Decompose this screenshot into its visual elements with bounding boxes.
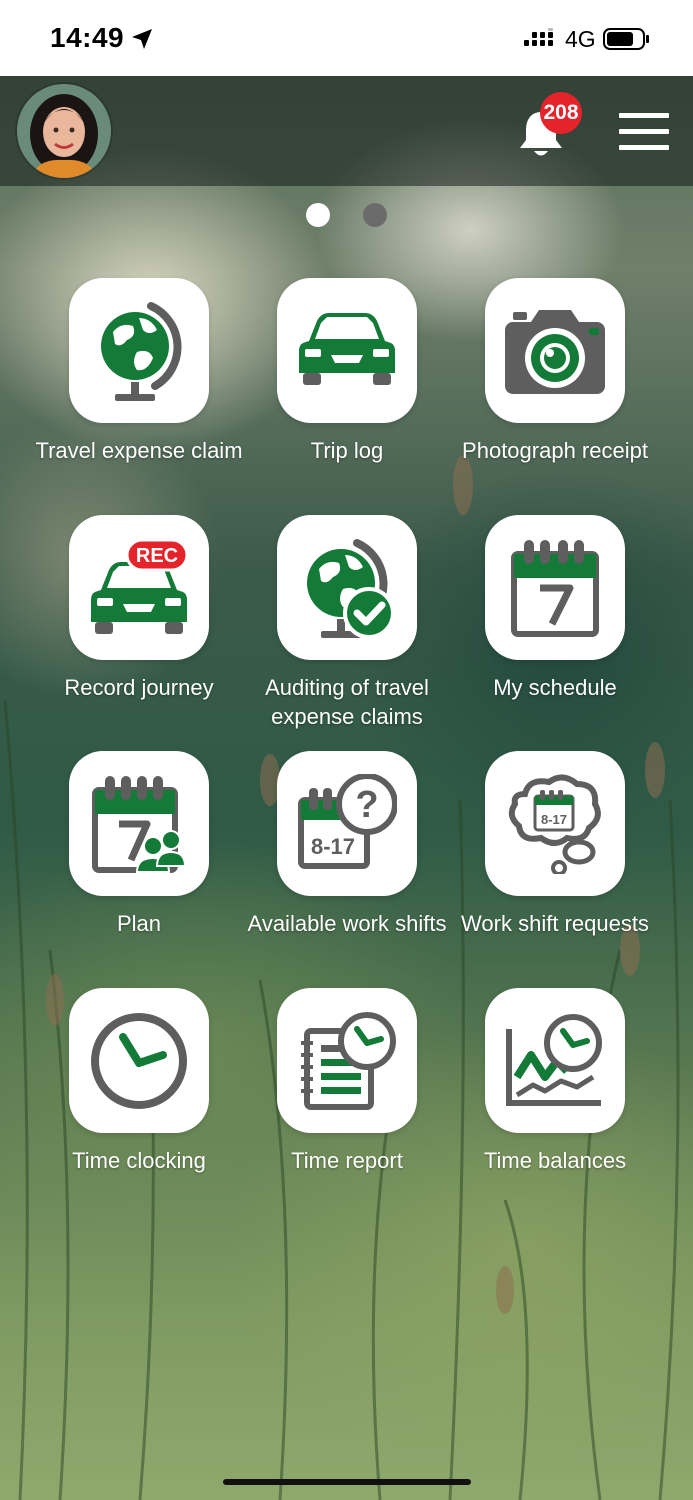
home-indicator[interactable] xyxy=(223,1479,471,1485)
tile-label: Record journey xyxy=(64,675,214,700)
signal-icon xyxy=(524,28,553,46)
battery-icon xyxy=(603,28,649,50)
tile-label: Trip log xyxy=(310,438,384,463)
page-dot-2[interactable] xyxy=(363,203,387,227)
page-indicator xyxy=(0,203,693,227)
location-arrow-icon xyxy=(132,29,152,49)
globe-icon xyxy=(101,301,182,401)
tile-label: Work shift requests xyxy=(461,911,649,936)
status-time: 14:49 xyxy=(50,22,125,53)
tile-label: Time report xyxy=(291,1148,403,1173)
svg-text:REC: REC xyxy=(136,545,178,567)
notification-badge: 208 xyxy=(540,92,582,134)
tile-label: Photograph receipt xyxy=(462,438,648,463)
tile-label: Auditing of travel expense claims xyxy=(265,675,429,729)
globe-check-icon xyxy=(307,538,395,639)
tile-label: Available work shifts xyxy=(247,911,447,936)
notebook-clock-icon xyxy=(301,1011,396,1110)
camera-icon xyxy=(505,309,605,394)
calendar-group-icon xyxy=(92,775,187,873)
calendar-question-icon: 8-17 ? xyxy=(298,773,397,869)
tile-label: Time clocking xyxy=(72,1148,206,1173)
network-type: 4G xyxy=(565,26,596,52)
tile-label: Travel expense claim xyxy=(35,438,243,463)
calendar-icon xyxy=(511,539,599,637)
svg-text:?: ? xyxy=(355,784,378,826)
svg-text:8-17: 8-17 xyxy=(311,834,355,859)
user-photo xyxy=(17,84,111,178)
page-dot-1[interactable] xyxy=(306,203,330,227)
tile-label: Time balances xyxy=(483,1148,627,1173)
car-icon xyxy=(299,312,395,385)
car-rec-icon: REC xyxy=(91,539,189,634)
clock-icon xyxy=(91,1012,187,1109)
calendar-thought-icon: 8-17 xyxy=(508,774,601,874)
status-bar: 14:49 4G xyxy=(0,0,693,76)
tile-label: Plan xyxy=(116,911,162,936)
chart-clock-icon xyxy=(506,1013,602,1106)
avatar[interactable] xyxy=(17,84,111,178)
tile-label: My schedule xyxy=(493,675,617,700)
hamburger-menu-icon[interactable] xyxy=(619,113,669,151)
svg-text:8-17: 8-17 xyxy=(541,812,567,827)
